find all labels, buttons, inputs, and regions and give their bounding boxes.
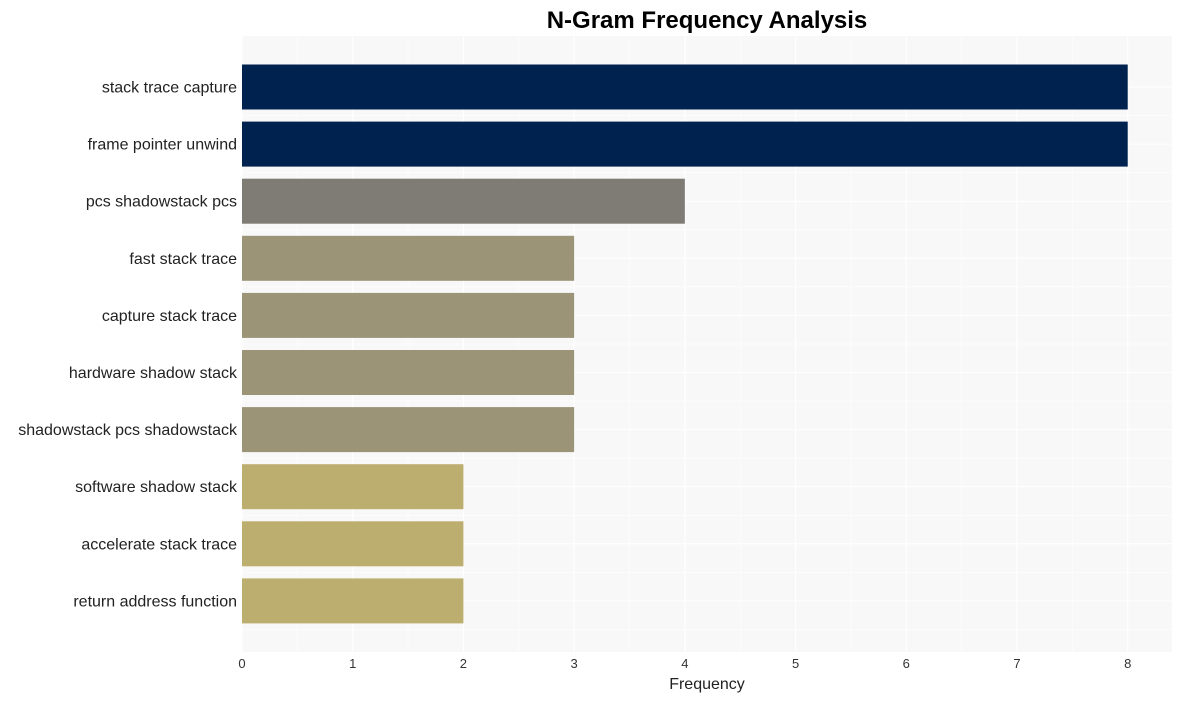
y-category-label: return address function bbox=[73, 593, 237, 610]
bar bbox=[242, 121, 1128, 167]
bar bbox=[242, 464, 464, 510]
y-category-label: pcs shadowstack pcs bbox=[86, 194, 237, 211]
y-category-label: hardware shadow stack bbox=[69, 365, 238, 382]
bar bbox=[242, 521, 464, 567]
x-tick-label: 8 bbox=[1124, 656, 1131, 671]
x-tick-label: 4 bbox=[681, 656, 688, 671]
x-axis-label: Frequency bbox=[669, 676, 745, 693]
x-tick-label: 3 bbox=[571, 656, 578, 671]
y-axis-labels: stack trace capture frame pointer unwind p… bbox=[18, 80, 238, 611]
chart-title: N-Gram Frequency Analysis bbox=[547, 7, 868, 34]
x-tick-label: 7 bbox=[1013, 656, 1020, 671]
y-category-label: fast stack trace bbox=[129, 251, 237, 268]
x-tick-label: 6 bbox=[903, 656, 910, 671]
bar bbox=[242, 407, 575, 453]
bar bbox=[242, 178, 685, 224]
bar bbox=[242, 350, 575, 395]
bar bbox=[242, 578, 464, 624]
y-category-label: frame pointer unwind bbox=[88, 137, 237, 154]
ngram-bar-chart: stack trace capture frame pointer unwind p… bbox=[18, 7, 1172, 693]
y-category-label: capture stack trace bbox=[102, 308, 237, 325]
x-axis-ticks: 0 1 2 3 4 5 6 7 8 bbox=[238, 656, 1131, 671]
y-category-label: shadowstack pcs shadowstack bbox=[18, 422, 238, 439]
x-tick-label: 0 bbox=[238, 656, 245, 671]
x-tick-label: 1 bbox=[349, 656, 356, 671]
bar bbox=[242, 292, 575, 338]
bar bbox=[242, 235, 575, 281]
y-category-label: stack trace capture bbox=[102, 80, 237, 97]
x-tick-label: 2 bbox=[460, 656, 467, 671]
bar bbox=[242, 64, 1128, 110]
y-category-label: accelerate stack trace bbox=[81, 536, 237, 553]
y-category-label: software shadow stack bbox=[75, 479, 238, 496]
x-tick-label: 5 bbox=[792, 656, 799, 671]
